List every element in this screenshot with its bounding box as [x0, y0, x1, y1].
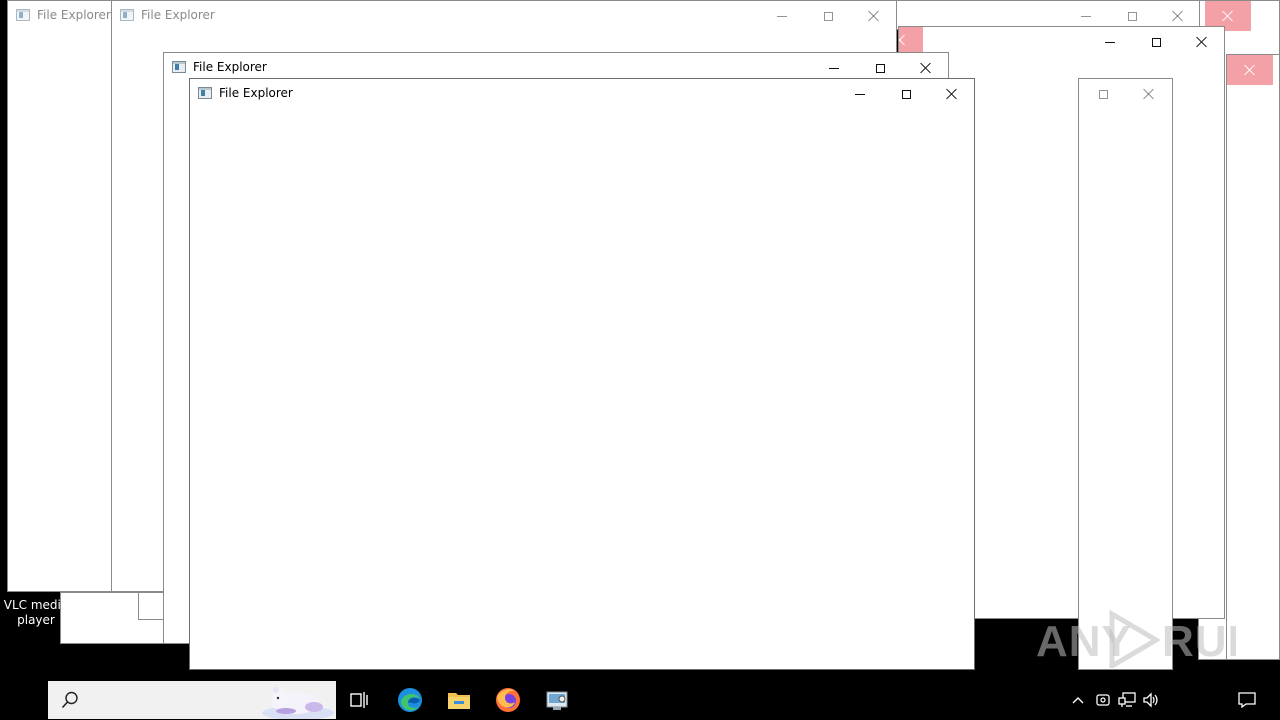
close-button[interactable] [1179, 27, 1224, 57]
anyrun-watermark: ANY RUN [1036, 608, 1259, 671]
file-explorer-icon[interactable] [443, 684, 475, 716]
search-highlight-illustration-icon [262, 687, 334, 719]
maximize-button[interactable] [1133, 27, 1179, 57]
notification-icon[interactable] [1234, 688, 1260, 712]
background-window-right[interactable] [1226, 54, 1280, 660]
file-explorer-window-4[interactable]: File Explorer [189, 78, 975, 670]
window-title: File Explorer [37, 8, 111, 22]
narrow-window[interactable] [1078, 78, 1173, 670]
maximize-icon [901, 89, 911, 99]
window-fragment-inner [138, 593, 163, 620]
watermark-text-left: ANY [1036, 617, 1132, 666]
maximize-icon [1127, 11, 1137, 21]
maximize-button[interactable] [883, 79, 929, 109]
close-icon [1143, 88, 1155, 100]
watermark-logo: ANY RUN [1036, 609, 1259, 671]
close-icon [899, 34, 906, 46]
desktop-shortcut-vlc[interactable]: VLC media player [0, 598, 72, 628]
close-icon [1222, 10, 1234, 22]
minimize-icon [1081, 15, 1091, 17]
maximize-icon [823, 11, 833, 21]
file-explorer-window-1[interactable]: File Explorer [7, 0, 112, 592]
close-icon [946, 88, 958, 100]
watermark-text-right: RUN [1162, 617, 1236, 666]
minimize-icon [1105, 41, 1115, 43]
close-button[interactable] [899, 27, 923, 53]
minimize-icon [777, 15, 787, 17]
maximize-button[interactable] [805, 1, 851, 31]
close-icon [920, 62, 932, 74]
desktop: File Explorer File Explorer File Explore… [0, 0, 1280, 680]
maximize-icon [1098, 89, 1108, 99]
minimize-icon [829, 67, 839, 69]
firefox-icon[interactable] [492, 684, 524, 716]
meet-now-icon[interactable] [1093, 688, 1113, 712]
close-button[interactable] [851, 1, 896, 31]
title-bar[interactable]: File Explorer [190, 79, 974, 109]
search-icon [61, 691, 78, 709]
edge-icon[interactable] [394, 684, 426, 716]
maximize-icon [1151, 37, 1161, 47]
window-title: File Explorer [141, 8, 215, 22]
file-explorer-icon [172, 61, 186, 73]
task-view-icon[interactable] [344, 684, 376, 716]
chevron-up-icon[interactable] [1068, 688, 1088, 712]
close-icon [1172, 10, 1184, 22]
control-panel-icon[interactable] [541, 684, 573, 716]
minimize-icon [855, 93, 865, 95]
shortcut-label-line2: player [17, 613, 55, 627]
minimize-button[interactable] [837, 79, 883, 109]
close-button[interactable] [1227, 55, 1273, 85]
close-button[interactable] [1126, 79, 1172, 109]
minimize-button[interactable] [759, 1, 805, 31]
close-icon [868, 10, 880, 22]
volume-icon[interactable] [1140, 688, 1162, 712]
network-icon[interactable] [1116, 688, 1138, 712]
maximize-button[interactable] [1080, 79, 1126, 109]
window-content [190, 109, 974, 669]
maximize-icon [875, 63, 885, 73]
close-button[interactable] [929, 79, 974, 109]
close-icon [1244, 64, 1256, 76]
close-icon [1196, 36, 1208, 48]
file-explorer-icon [198, 87, 212, 99]
title-bar[interactable]: File Explorer [8, 1, 111, 31]
window-fragment[interactable] [60, 592, 164, 644]
window-title: File Explorer [193, 60, 267, 74]
taskbar-search-box[interactable] [48, 681, 336, 719]
shortcut-label-line1: VLC media [3, 598, 69, 612]
file-explorer-icon [16, 9, 30, 21]
minimize-button[interactable] [1087, 27, 1133, 57]
window-title: File Explorer [219, 86, 293, 100]
title-bar[interactable]: File Explorer [112, 1, 896, 31]
file-explorer-icon [120, 9, 134, 21]
